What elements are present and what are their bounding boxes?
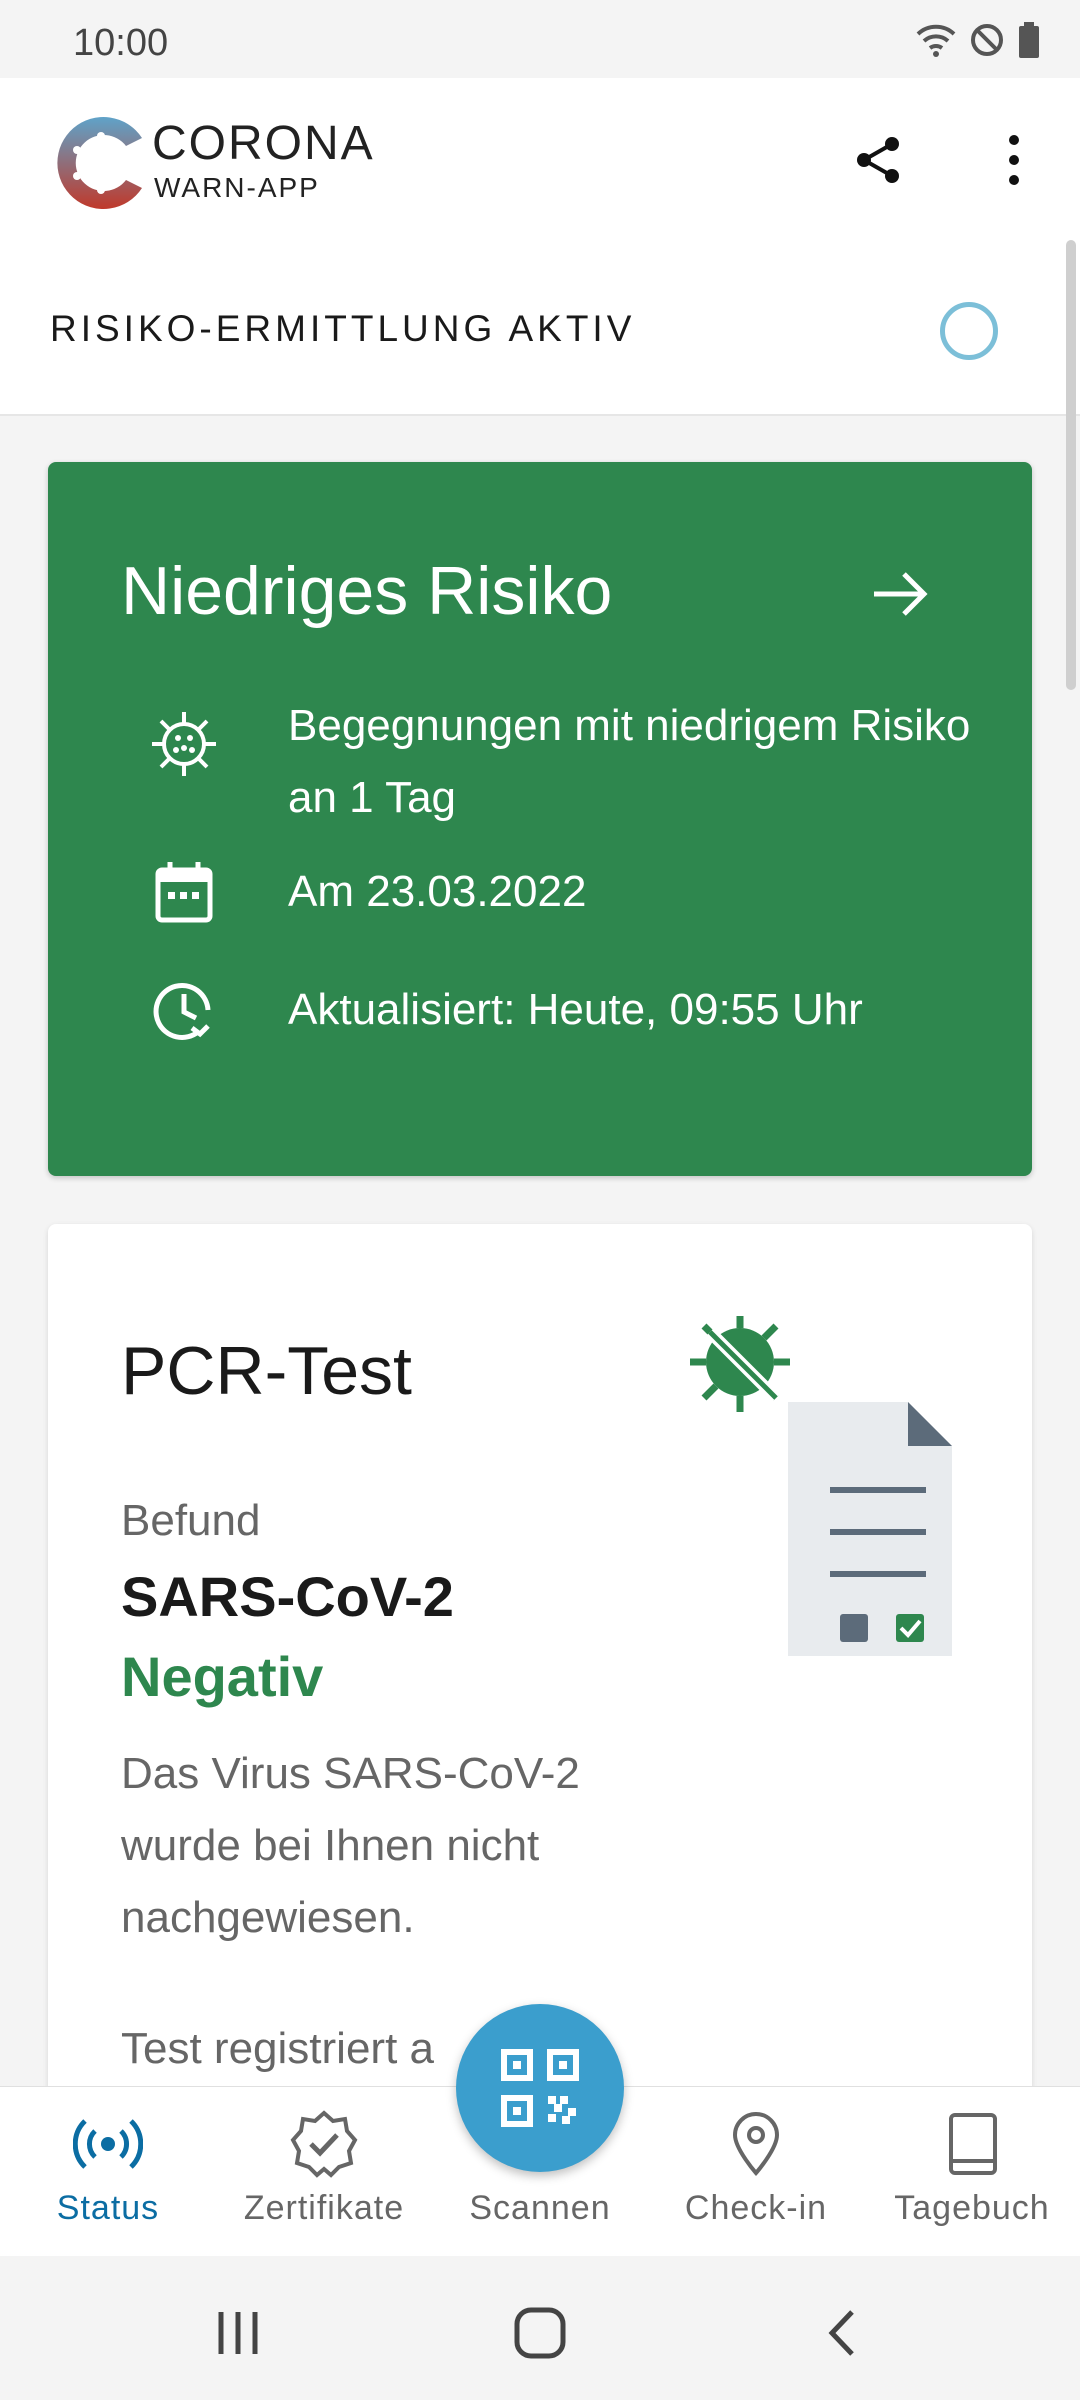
battery-icon (1019, 22, 1039, 58)
scan-qr-button[interactable] (456, 2004, 624, 2172)
test-result-document-icon (690, 1316, 952, 1656)
share-icon[interactable] (848, 130, 908, 190)
registration-info: Test registriert a (121, 2024, 434, 2073)
scrollbar[interactable] (1066, 240, 1076, 690)
qr-code-icon (501, 2049, 579, 2127)
system-status-bar: 10:00 (0, 0, 1080, 78)
nav-item-tagebuch[interactable]: Tagebuch (864, 2109, 1080, 2228)
encounters-text: Begegnungen mit niedrigem Risiko an 1 Ta… (288, 701, 971, 822)
brand-title: CORONA (152, 117, 375, 170)
nav-label-scannen: Scannen (469, 2189, 611, 2227)
risk-detection-status[interactable]: RISIKO-ERMITTLUNG AKTIV (0, 238, 1080, 416)
risk-detection-progress-icon (940, 302, 998, 360)
test-card-title: PCR-Test (121, 1333, 412, 1409)
do-not-disturb-icon (971, 24, 1003, 56)
brand-subtitle: WARN-APP (154, 172, 320, 203)
nav-item-status[interactable]: Status (0, 2109, 216, 2228)
more-options-icon[interactable] (984, 130, 1044, 190)
risk-card[interactable]: Niedriges Risiko Begegnungen mit niedrig… (48, 462, 1032, 1176)
arrow-right-icon (874, 572, 928, 616)
virus-name: SARS-CoV-2 (121, 1565, 454, 1628)
clock: 10:00 (73, 22, 169, 64)
status-icons (916, 22, 1040, 58)
app-logo-icon (57, 117, 142, 209)
result-description: Das Virus SARS-CoV-2 wurde bei Ihnen nic… (121, 1749, 580, 1942)
befund-label: Befund (121, 1496, 261, 1545)
broadcast-icon (73, 2119, 143, 2169)
nav-label-check-in: Check-in (684, 2189, 828, 2227)
risk-detection-label: RISIKO-ERMITTLUNG AKTIV (50, 308, 636, 349)
recent-apps-icon[interactable] (203, 2298, 273, 2368)
location-pin-icon (732, 2112, 780, 2177)
book-icon (949, 2113, 997, 2175)
test-result: Negativ (121, 1645, 324, 1708)
nav-label-status: Status (56, 2189, 160, 2227)
nav-label-zertifikate: Zertifikate (243, 2189, 405, 2227)
clock-refresh-icon (153, 983, 211, 1040)
risk-card-title: Niedriges Risiko (121, 553, 613, 629)
updated-text: Aktualisiert: Heute, 09:55 Uhr (288, 985, 863, 1034)
system-navigation-bar (0, 2256, 1080, 2400)
nav-label-tagebuch: Tagebuch (894, 2189, 1050, 2227)
virus-icon (152, 712, 216, 776)
nav-item-check-in[interactable]: Check-in (648, 2109, 864, 2228)
wifi-icon (916, 24, 956, 57)
certificate-icon (290, 2110, 358, 2178)
calendar-icon (155, 862, 213, 923)
date-text: Am 23.03.2022 (288, 867, 587, 916)
home-icon[interactable] (505, 2298, 575, 2368)
back-icon[interactable] (808, 2298, 878, 2368)
nav-item-zertifikate[interactable]: Zertifikate (216, 2109, 432, 2228)
app-header: CORONA WARN-APP (0, 78, 1080, 238)
